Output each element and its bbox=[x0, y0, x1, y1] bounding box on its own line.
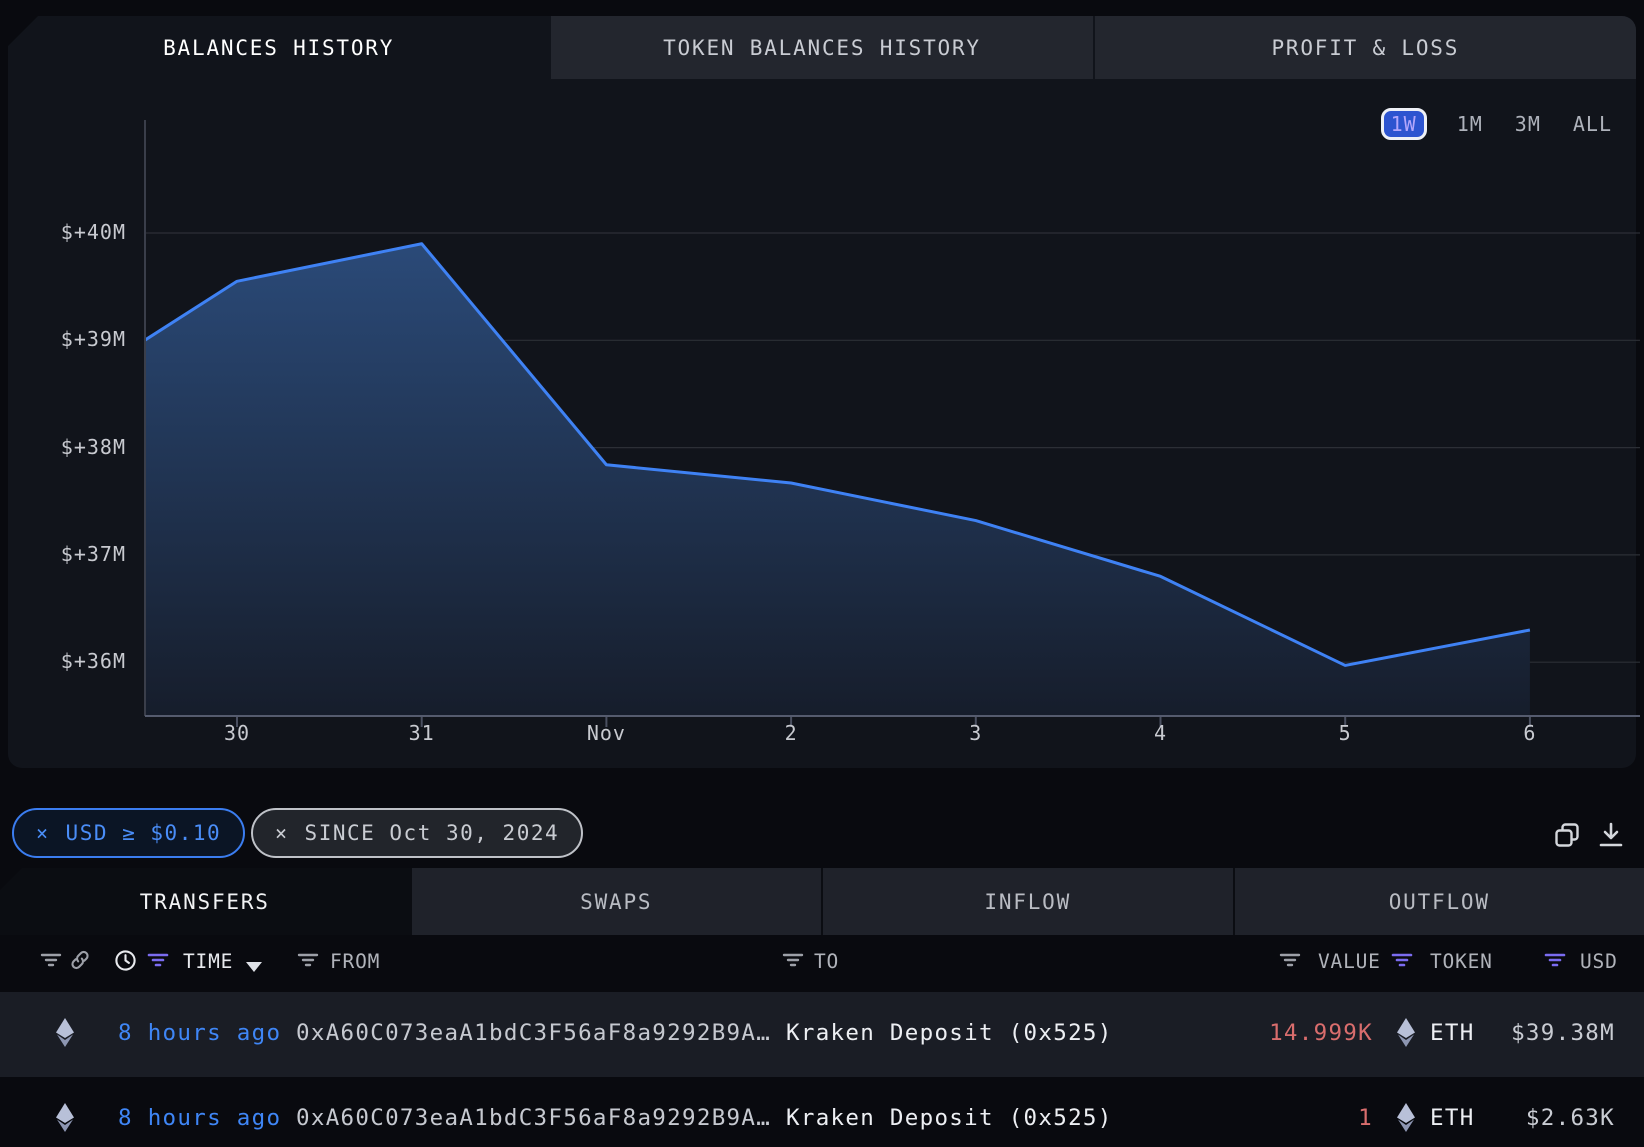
app-window: BALANCES HISTORY TOKEN BALANCES HISTORY … bbox=[0, 0, 1644, 1147]
eth-token-icon bbox=[1397, 1103, 1415, 1136]
y-axis-label: $+36M bbox=[30, 649, 126, 673]
filter-icon-token-active[interactable] bbox=[1391, 949, 1413, 975]
x-axis-label: 31 bbox=[377, 721, 467, 745]
filter-chip-since[interactable]: × SINCE Oct 30, 2024 bbox=[251, 808, 583, 858]
balance-area-chart[interactable] bbox=[0, 0, 1644, 768]
filter-chip-since-label: SINCE Oct 30, 2024 bbox=[305, 821, 560, 845]
tab-inflow[interactable]: INFLOW bbox=[823, 868, 1235, 935]
tab-corner-notch bbox=[0, 868, 22, 890]
tab-swaps-label: SWAPS bbox=[580, 890, 652, 914]
table-row[interactable]: 8 hours ago 0xA60C073eaA1bdC3F56aF8a9292… bbox=[0, 1077, 1644, 1147]
area-fill bbox=[145, 244, 1530, 716]
eth-token-icon bbox=[1397, 1018, 1415, 1051]
filter-icon-usd-active[interactable] bbox=[1544, 949, 1566, 975]
chevron-down-icon[interactable] bbox=[246, 957, 262, 976]
transfer-time-link[interactable]: 8 hours ago bbox=[118, 1105, 281, 1131]
tab-swaps[interactable]: SWAPS bbox=[412, 868, 824, 935]
remove-filter-icon[interactable]: × bbox=[275, 821, 289, 845]
filter-chip-usd[interactable]: × USD ≥ $0.10 bbox=[12, 808, 245, 858]
x-axis-label: Nov bbox=[561, 721, 651, 745]
y-axis-label: $+40M bbox=[30, 220, 126, 244]
filter-icon-time-active[interactable] bbox=[147, 949, 169, 975]
x-axis-label: 6 bbox=[1485, 721, 1575, 745]
transfer-value: 14.999K bbox=[1269, 1020, 1373, 1046]
tab-transfers[interactable]: TRANSFERS bbox=[0, 868, 412, 935]
remove-filter-icon[interactable]: × bbox=[36, 821, 50, 845]
copy-icon[interactable] bbox=[1552, 820, 1582, 850]
link-icon[interactable] bbox=[69, 949, 91, 975]
transfers-table-header: TIME FROM TO VALUE TOKEN USD bbox=[0, 935, 1644, 992]
transfer-from-address[interactable]: 0xA60C073eaA1bdC3F56aF8a9292B9A… bbox=[296, 1020, 771, 1046]
table-tab-bar: TRANSFERS SWAPS INFLOW OUTFLOW bbox=[0, 868, 1644, 935]
table-row[interactable]: 8 hours ago 0xA60C073eaA1bdC3F56aF8a9292… bbox=[0, 992, 1644, 1077]
filter-chip-usd-label: USD ≥ $0.10 bbox=[66, 821, 222, 845]
transfer-from-address[interactable]: 0xA60C073eaA1bdC3F56aF8a9292B9A… bbox=[296, 1105, 771, 1131]
column-header-value[interactable]: VALUE bbox=[1318, 950, 1381, 973]
transfer-usd: $2.63K bbox=[1526, 1105, 1615, 1131]
y-axis-label: $+39M bbox=[30, 327, 126, 351]
transfer-value: 1 bbox=[1358, 1105, 1373, 1131]
filter-icon-value[interactable] bbox=[1279, 949, 1301, 975]
column-header-time[interactable]: TIME bbox=[183, 950, 233, 973]
tab-outflow[interactable]: OUTFLOW bbox=[1235, 868, 1644, 935]
clock-icon[interactable] bbox=[114, 949, 137, 976]
y-axis-label: $+37M bbox=[30, 542, 126, 566]
transfer-time-link[interactable]: 8 hours ago bbox=[118, 1020, 281, 1046]
eth-chain-icon bbox=[56, 1103, 74, 1136]
x-axis-label: 2 bbox=[746, 721, 836, 745]
column-header-token[interactable]: TOKEN bbox=[1430, 950, 1493, 973]
transfer-token: ETH bbox=[1430, 1105, 1475, 1131]
transfer-to-entity[interactable]: Kraken Deposit (0x525) bbox=[786, 1020, 1113, 1046]
tab-inflow-label: INFLOW bbox=[984, 890, 1071, 914]
tab-transfers-label: TRANSFERS bbox=[140, 890, 270, 914]
y-axis-label: $+38M bbox=[30, 435, 126, 459]
filter-icon-from[interactable] bbox=[297, 949, 319, 975]
x-axis-label: 30 bbox=[192, 721, 282, 745]
x-axis-label: 4 bbox=[1116, 721, 1206, 745]
eth-chain-icon bbox=[56, 1018, 74, 1051]
column-header-to[interactable]: TO bbox=[814, 950, 839, 973]
column-header-usd[interactable]: USD bbox=[1580, 950, 1618, 973]
transfer-to-entity[interactable]: Kraken Deposit (0x525) bbox=[786, 1105, 1113, 1131]
x-axis-label: 3 bbox=[931, 721, 1021, 745]
tab-outflow-label: OUTFLOW bbox=[1389, 890, 1490, 914]
download-icon[interactable] bbox=[1596, 820, 1626, 850]
filter-icon[interactable] bbox=[40, 949, 62, 975]
transfer-token: ETH bbox=[1430, 1020, 1475, 1046]
x-axis-label: 5 bbox=[1300, 721, 1390, 745]
transfer-usd: $39.38M bbox=[1511, 1020, 1615, 1046]
column-header-from[interactable]: FROM bbox=[330, 950, 380, 973]
filter-icon-to[interactable] bbox=[782, 949, 804, 975]
